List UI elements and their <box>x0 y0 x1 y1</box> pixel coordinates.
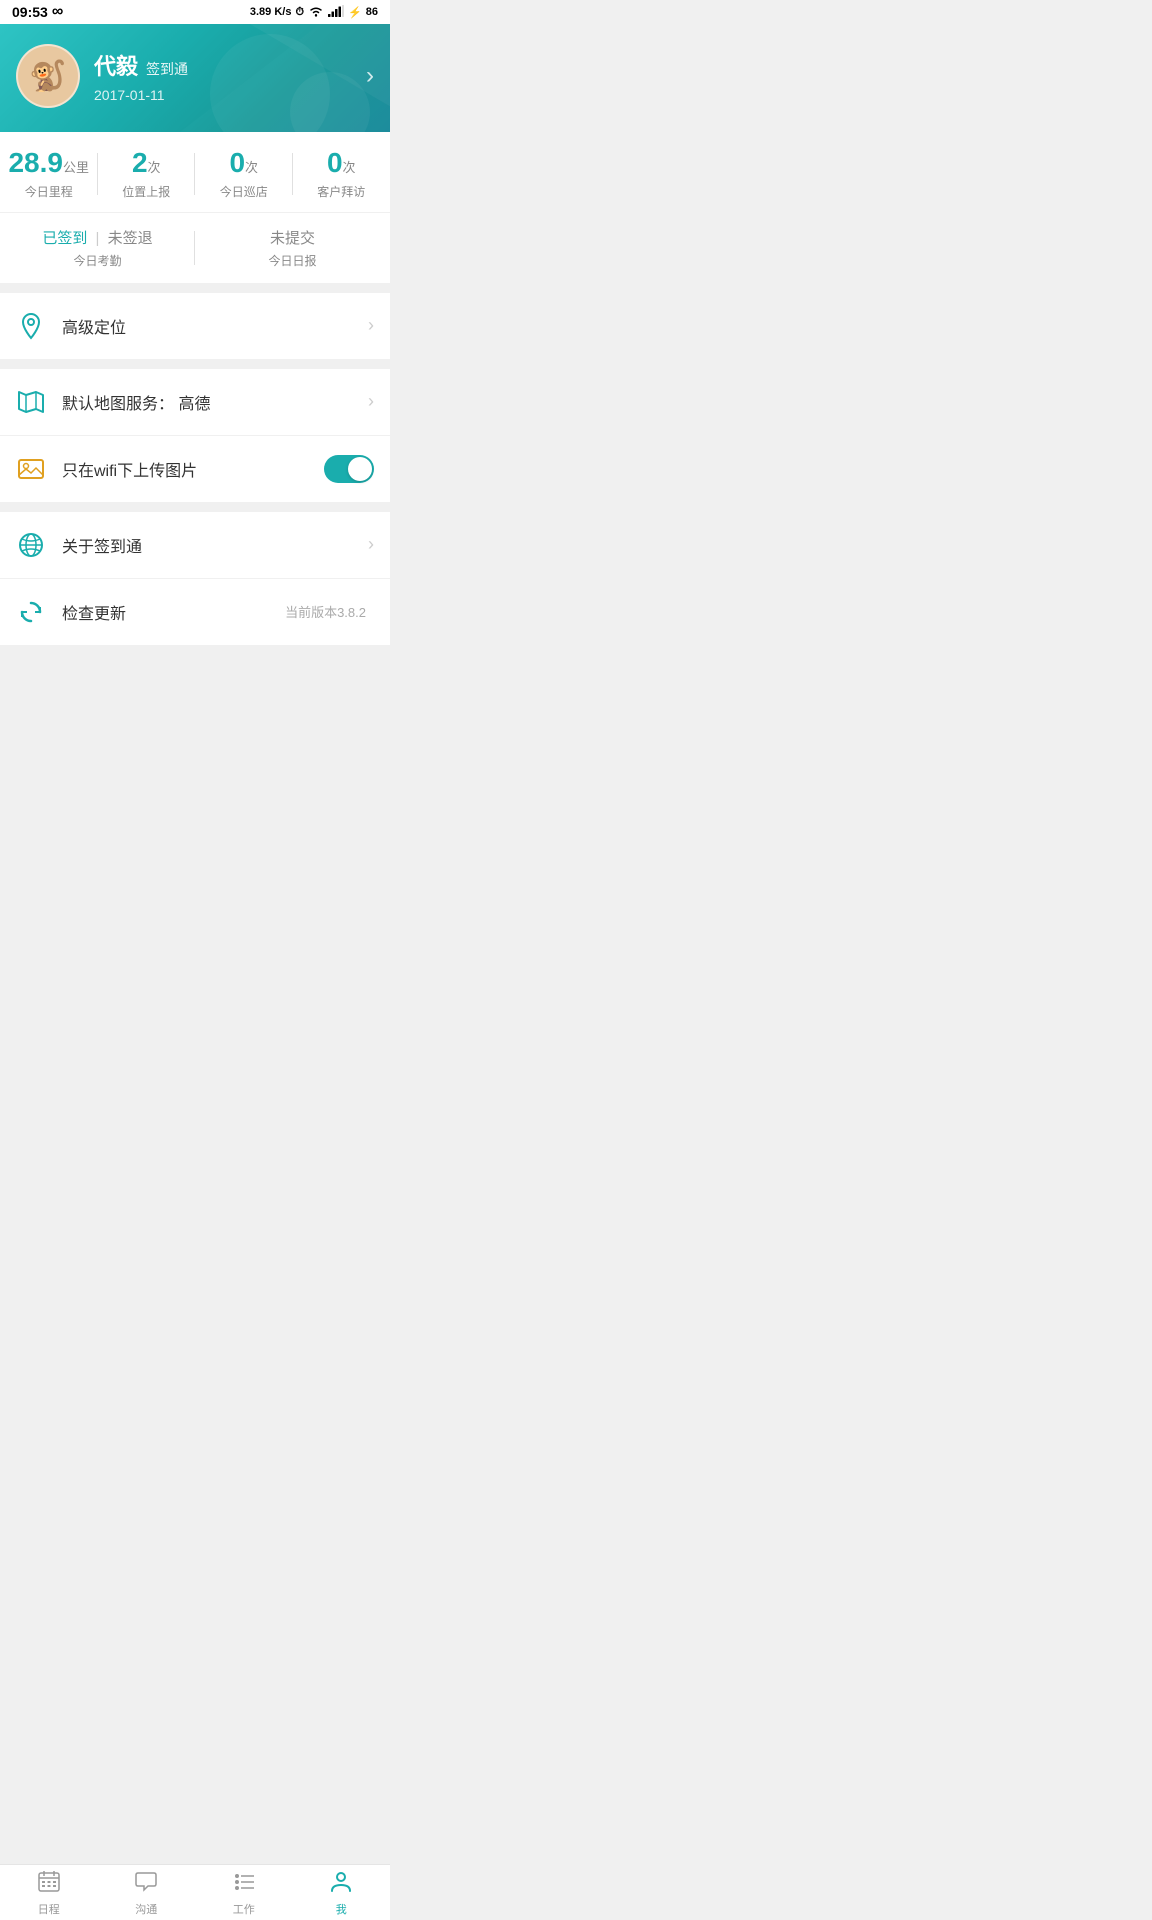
image-icon <box>16 454 46 484</box>
stat-location: 2次 位置上报 <box>98 148 196 200</box>
avatar: 🐒 <box>16 44 80 108</box>
main-content: 🐒 代毅 签到通 2017-01-11 › 28.9公里 今日里程 2次 位置上… <box>0 24 390 705</box>
globe-icon <box>16 530 46 560</box>
wifi-icon <box>308 5 324 20</box>
stat-distance-number: 28.9公里 <box>0 148 98 179</box>
nav-me-label: 我 <box>336 1901 347 1917</box>
menu-map-chevron: › <box>368 391 374 412</box>
stat-location-label: 位置上报 <box>98 183 196 200</box>
menu-about-label: 关于签到通 <box>62 533 368 557</box>
header-banner[interactable]: 🐒 代毅 签到通 2017-01-11 › <box>0 24 390 132</box>
attend-report-label: 今日日报 <box>195 252 390 269</box>
nav-item-work[interactable]: 工作 <box>195 1865 293 1920</box>
profile-date: 2017-01-11 <box>94 87 188 103</box>
menu-item-update[interactable]: 检查更新 当前版本3.8.2 <box>0 579 390 645</box>
toggle-knob <box>348 457 372 481</box>
chat-icon <box>134 1869 158 1899</box>
map-icon <box>16 387 46 417</box>
profile-name-row: 代毅 签到通 <box>94 49 188 81</box>
menu-item-wifi-upload[interactable]: 只在wifi下上传图片 <box>0 436 390 502</box>
attend-report-status: 未提交 <box>195 227 390 248</box>
charging-icon: ⚡ <box>348 6 362 19</box>
separator-1 <box>0 283 390 293</box>
stat-visit-label: 客户拜访 <box>293 183 391 200</box>
stat-location-unit: 次 <box>148 160 161 175</box>
attendance-section: 已签到 | 未签退 今日考勤 未提交 今日日报 <box>0 213 390 283</box>
calendar-icon <box>37 1869 61 1899</box>
stat-visit-number: 0次 <box>293 148 391 179</box>
nav-item-chat[interactable]: 沟通 <box>98 1865 196 1920</box>
menu-location-label: 高级定位 <box>62 314 368 338</box>
list-icon <box>232 1869 256 1899</box>
separator-3 <box>0 502 390 512</box>
location-icon <box>16 311 46 341</box>
separator-2 <box>0 359 390 369</box>
stat-patrol-unit: 次 <box>245 160 258 175</box>
status-bar: 09:53 ∞ 3.89 K/s ⏱ ⚡ 86 <box>0 0 390 24</box>
menu-about-chevron: › <box>368 534 374 555</box>
person-icon <box>329 1869 353 1899</box>
clock-icon: ⏱ <box>295 6 304 19</box>
stat-distance: 28.9公里 今日里程 <box>0 148 98 200</box>
stat-visit: 0次 客户拜访 <box>293 148 391 200</box>
stat-patrol-number: 0次 <box>195 148 293 179</box>
profile-name: 代毅 <box>94 49 138 81</box>
attend-checkin[interactable]: 已签到 | 未签退 今日考勤 <box>0 227 195 269</box>
menu-item-location[interactable]: 高级定位 › <box>0 293 390 359</box>
stat-distance-label: 今日里程 <box>0 183 98 200</box>
separator: | <box>96 230 100 247</box>
infinity-icon: ∞ <box>52 3 63 21</box>
nav-chat-label: 沟通 <box>135 1901 157 1917</box>
nav-schedule-label: 日程 <box>38 1901 60 1917</box>
profile-section: 🐒 代毅 签到通 2017-01-11 <box>16 44 188 108</box>
wifi-upload-toggle[interactable] <box>324 455 374 483</box>
header-chevron-icon[interactable]: › <box>366 62 374 90</box>
stat-patrol: 0次 今日巡店 <box>195 148 293 200</box>
menu-location-chevron: › <box>368 315 374 336</box>
menu-section-2: 默认地图服务： 高德 › 只在wifi下上传图片 <box>0 369 390 502</box>
profile-app-name: 签到通 <box>146 59 188 79</box>
menu-update-label: 检查更新 <box>62 600 285 624</box>
menu-item-map[interactable]: 默认地图服务： 高德 › <box>0 369 390 436</box>
signed-in-label: 已签到 <box>42 230 87 247</box>
menu-wifi-upload-label: 只在wifi下上传图片 <box>62 457 324 481</box>
menu-section-1: 高级定位 › <box>0 293 390 359</box>
battery-level: 86 <box>366 6 378 18</box>
stat-patrol-label: 今日巡店 <box>195 183 293 200</box>
profile-info: 代毅 签到通 2017-01-11 <box>94 49 188 103</box>
attend-checkin-status: 已签到 | 未签退 <box>0 227 195 248</box>
attend-report[interactable]: 未提交 今日日报 <box>195 227 390 269</box>
menu-item-about[interactable]: 关于签到通 › <box>0 512 390 579</box>
nav-item-schedule[interactable]: 日程 <box>0 1865 98 1920</box>
stat-location-number: 2次 <box>98 148 196 179</box>
refresh-icon <box>16 597 46 627</box>
stat-visit-unit: 次 <box>343 160 356 175</box>
status-left: 09:53 ∞ <box>12 3 63 21</box>
nav-work-label: 工作 <box>233 1901 255 1917</box>
status-time: 09:53 <box>12 4 48 20</box>
bottom-nav: 日程 沟通 工作 我 <box>0 1864 390 1920</box>
not-signed-out-label: 未签退 <box>108 230 153 247</box>
signal-icon <box>328 5 344 20</box>
menu-update-version: 当前版本3.8.2 <box>285 602 366 621</box>
attend-checkin-label: 今日考勤 <box>0 252 195 269</box>
not-submitted-label: 未提交 <box>270 230 315 247</box>
menu-map-label: 默认地图服务： 高德 <box>62 390 368 414</box>
menu-section-3: 关于签到通 › 检查更新 当前版本3.8.2 <box>0 512 390 645</box>
status-right: 3.89 K/s ⏱ ⚡ 86 <box>250 5 378 20</box>
network-speed: 3.89 K/s <box>250 6 292 18</box>
nav-item-me[interactable]: 我 <box>293 1865 391 1920</box>
stat-distance-unit: 公里 <box>63 160 89 175</box>
